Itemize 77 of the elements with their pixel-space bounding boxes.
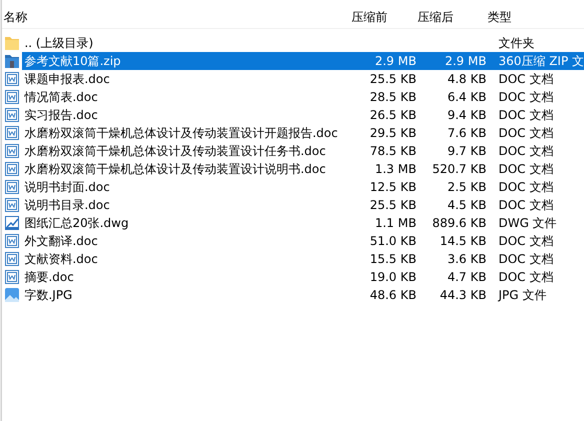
- column-header[interactable]: 类型: [487, 8, 512, 26]
- table-cell-text: 1.1 MB: [374, 216, 416, 230]
- table-cell-text: 520.7 KB: [431, 162, 486, 176]
- table-cell-text: 19.0 KB: [368, 270, 416, 284]
- table-cell-text: 29.5 KB: [368, 126, 416, 140]
- column-header[interactable]: 压缩后: [417, 8, 488, 26]
- file-name[interactable]: 参考文献10篇.zip: [22, 52, 350, 70]
- table-cell-text: DOC 文档: [497, 142, 554, 160]
- table-cell-text: DOC 文档: [497, 178, 554, 196]
- table-cell-text: 文件夹: [497, 34, 534, 52]
- table-cell-text: 78.5 KB: [368, 144, 416, 158]
- file-name[interactable]: 说明书目录.doc: [22, 196, 112, 214]
- table-cell-text: 9.7 KB: [446, 144, 486, 158]
- document-icon: [4, 125, 20, 141]
- table-cell-text: 14.5 KB: [438, 234, 486, 248]
- document-icon: [4, 161, 20, 177]
- file-name[interactable]: 水磨粉双滚筒干燥机总体设计及传动装置设计说明书.doc: [22, 160, 328, 178]
- table-cell-text: 4.5 KB: [446, 198, 486, 212]
- table-cell-text: DOC 文档: [497, 268, 554, 286]
- drawing-file-icon: [4, 215, 20, 231]
- column-header[interactable]: 压缩前: [351, 8, 418, 26]
- table-cell-text: DOC 文档: [497, 160, 554, 178]
- table-cell-text: 2.9 MB: [374, 54, 416, 68]
- table-cell-text: 51.0 KB: [368, 234, 416, 248]
- table-cell-text: 889.6 KB: [431, 216, 486, 230]
- file-name[interactable]: 实习报告.doc: [22, 106, 100, 124]
- table-cell-text: 44.3 KB: [438, 288, 486, 302]
- table-cell-text: 2.9 MB: [444, 54, 486, 68]
- table-cell-text: 9.4 KB: [446, 108, 486, 122]
- file-name[interactable]: 情况简表.doc: [22, 88, 100, 106]
- file-name[interactable]: 说明书封面.doc: [22, 178, 112, 196]
- table-cell-text: 12.5 KB: [368, 180, 416, 194]
- file-name[interactable]: 课题申报表.doc: [22, 70, 112, 88]
- document-icon: [4, 71, 20, 87]
- table-cell-text: 25.5 KB: [368, 72, 416, 86]
- table-cell-text: 7.6 KB: [446, 126, 486, 140]
- file-name[interactable]: 文献资料.doc: [22, 250, 100, 268]
- table-cell-text: DOC 文档: [497, 196, 554, 214]
- folder-icon: [4, 35, 20, 51]
- table-cell-text: DOC 文档: [497, 70, 554, 88]
- table-cell-text: 25.5 KB: [368, 198, 416, 212]
- document-icon: [4, 89, 20, 105]
- file-name[interactable]: 字数.JPG: [22, 286, 74, 304]
- table-cell-text: 2.5 KB: [446, 180, 486, 194]
- table-cell-text: JPG 文件: [496, 286, 546, 304]
- document-icon: [4, 179, 20, 195]
- document-icon: [4, 269, 20, 285]
- table-cell-text: DWG 文件: [497, 214, 557, 232]
- image-icon: [4, 287, 20, 303]
- table-cell-text: DOC 文档: [497, 124, 554, 142]
- column-header[interactable]: 名称: [2, 8, 352, 26]
- document-icon: [4, 251, 20, 267]
- table-cell-text: 28.5 KB: [368, 90, 416, 104]
- table-cell-text: 4.8 KB: [446, 72, 486, 86]
- table-cell-text: DOC 文档: [497, 106, 554, 124]
- table-cell-text: 360压缩 ZIP 文: [497, 52, 584, 70]
- table-cell-text: 6.4 KB: [446, 90, 486, 104]
- table-cell-text: DOC 文档: [497, 250, 554, 268]
- document-icon: [4, 143, 20, 159]
- document-icon: [4, 233, 20, 249]
- document-icon: [4, 107, 20, 123]
- table-cell-text: 26.5 KB: [368, 108, 416, 122]
- table-cell-text: DOC 文档: [497, 88, 554, 106]
- file-name[interactable]: 图纸汇总20张.dwg: [22, 214, 131, 232]
- table-cell-text: 1.3 MB: [374, 162, 416, 176]
- table-cell-text: 4.7 KB: [446, 270, 486, 284]
- table-cell-text: DOC 文档: [497, 232, 554, 250]
- table-cell-text: 15.5 KB: [368, 252, 416, 266]
- file-name[interactable]: 水磨粉双滚筒干燥机总体设计及传动装置设计任务书.doc: [22, 142, 328, 160]
- file-name[interactable]: 外文翻译.doc: [22, 232, 100, 250]
- file-name[interactable]: 水磨粉双滚筒干燥机总体设计及传动装置设计开题报告.doc: [22, 124, 340, 142]
- document-icon: [4, 197, 20, 213]
- table-cell-text: 3.6 KB: [446, 252, 486, 266]
- archive-icon: [4, 53, 20, 69]
- file-name[interactable]: .. (上级目录): [22, 34, 96, 52]
- file-name[interactable]: 摘要.doc: [22, 268, 76, 286]
- table-cell-text: 48.6 KB: [368, 288, 416, 302]
